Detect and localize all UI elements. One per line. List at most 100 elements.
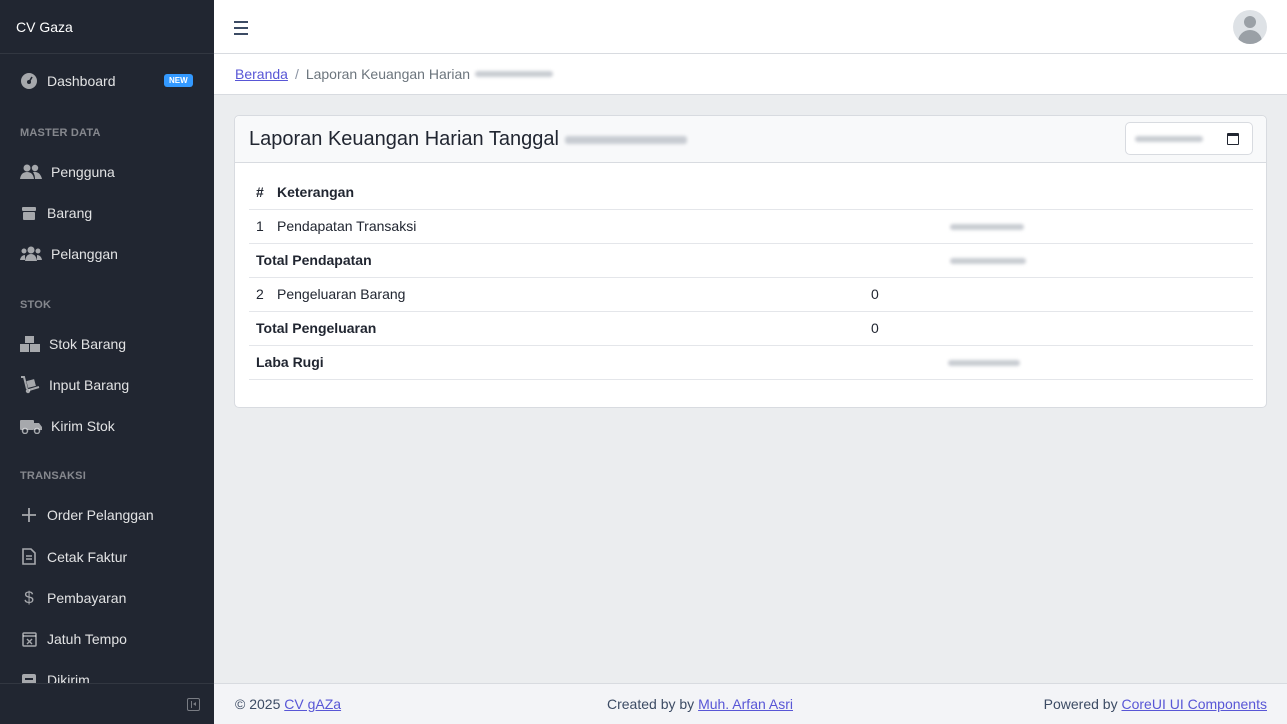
copyright-text: © 2025 — [235, 696, 281, 712]
people-icon — [20, 245, 42, 263]
row-description: Laba Rugi — [249, 345, 864, 380]
sidebar-item-input-barang[interactable]: Input Barang — [0, 364, 214, 405]
plus-icon — [20, 506, 38, 524]
row-value-2 — [941, 345, 1253, 380]
row-description: Pendapatan Transaksi — [270, 209, 864, 244]
dollar-icon: $ — [24, 587, 34, 607]
row-number: 1 — [249, 209, 270, 244]
sidebar-item-label: Kirim Stok — [51, 417, 115, 434]
row-description: Total Pengeluaran — [249, 311, 864, 346]
row-value — [864, 209, 941, 244]
breadcrumb-current: Laporan Keuangan Harian — [305, 66, 471, 82]
sidebar-footer — [0, 683, 214, 724]
section-title-stok: STOK — [20, 299, 52, 311]
table-row: 1 Pendapatan Transaksi — [249, 209, 1253, 244]
sidebar-item-kirim-stok[interactable]: Kirim Stok — [0, 405, 214, 446]
sidebar-item-pelanggan[interactable]: Pelanggan — [0, 233, 214, 274]
company-link[interactable]: CV gAZa — [284, 696, 341, 712]
boxes-icon — [20, 335, 40, 353]
sidebar-item-label: Pelanggan — [51, 245, 118, 262]
row-value — [864, 243, 941, 278]
row-number: 2 — [249, 277, 270, 312]
table-header-row: # Keterangan — [249, 175, 1253, 210]
redacted-amount — [948, 360, 1020, 367]
breadcrumb: Beranda / Laporan Keuangan Harian — [214, 54, 1287, 95]
column-header-keterangan: Keterangan — [270, 175, 864, 210]
footer-credits: Created by by Muh. Arfan Asri — [607, 696, 793, 712]
table-row: Total Pengeluaran 0 — [249, 311, 1253, 346]
hamburger-menu-icon[interactable] — [234, 21, 248, 39]
date-input[interactable] — [1125, 122, 1253, 155]
users-icon — [20, 163, 42, 181]
row-description: Pengeluaran Barang — [270, 277, 864, 312]
card-header: Laporan Keuangan Harian Tanggal — [235, 116, 1266, 163]
row-value: 0 — [864, 277, 941, 312]
sidebar-item-barang[interactable]: Barang — [0, 192, 214, 233]
truck-icon — [20, 417, 42, 435]
sidebar-item-jatuh-tempo[interactable]: Jatuh Tempo — [0, 618, 214, 659]
sidebar-item-label: Barang — [47, 204, 93, 221]
sidebar-brand[interactable]: CV Gaza — [0, 0, 214, 54]
row-description: Total Pendapatan — [249, 243, 864, 278]
redacted-amount — [950, 224, 1024, 231]
sidebar-item-pembayaran[interactable]: $ Pembayaran — [0, 577, 214, 618]
table-row: Laba Rugi — [249, 345, 1253, 380]
sidebar-item-label: Jatuh Tempo — [47, 630, 127, 647]
redacted-date — [475, 71, 554, 77]
footer-powered: Powered by CoreUI UI Components — [1044, 696, 1267, 712]
breadcrumb-separator: / — [294, 66, 299, 82]
row-value-2 — [941, 311, 1253, 346]
sidebar-item-label: Pembayaran — [47, 589, 127, 606]
created-by-text: Created by by — [607, 696, 695, 712]
new-badge: NEW — [164, 74, 193, 87]
sidebar-nav: Dashboard NEW MASTER DATA Pengguna Baran… — [0, 54, 214, 683]
sidebar-item-label: Dikirim — [47, 671, 90, 684]
report-card: Laporan Keuangan Harian Tanggal # Ketera… — [234, 115, 1267, 408]
row-value-2 — [941, 243, 1253, 278]
sidebar-item-pengguna[interactable]: Pengguna — [0, 151, 214, 192]
table-row: 2 Pengeluaran Barang 0 — [249, 277, 1253, 312]
footer-copyright: © 2025 CV gAZa — [235, 696, 341, 712]
column-header-value — [864, 175, 941, 210]
sidebar-item-dikirim[interactable]: Dikirim — [0, 659, 214, 683]
report-table: # Keterangan 1 Pendapatan Transaksi Tota… — [249, 175, 1253, 380]
row-value: 0 — [864, 311, 941, 346]
column-header-value-2 — [941, 175, 1253, 210]
invoice-icon — [20, 548, 38, 566]
row-value-2 — [941, 209, 1253, 244]
row-value-2 — [941, 277, 1253, 312]
coreui-link[interactable]: CoreUI UI Components — [1121, 696, 1267, 712]
calendar-icon[interactable] — [1227, 133, 1239, 145]
redacted-input-date — [1135, 136, 1203, 142]
sidebar-item-dashboard[interactable]: Dashboard NEW — [0, 60, 214, 101]
sidebar-item-stok-barang[interactable]: Stok Barang — [0, 323, 214, 364]
column-header-number: # — [249, 175, 270, 210]
page-title: Laporan Keuangan Harian Tanggal — [249, 127, 559, 150]
header — [214, 0, 1287, 54]
avatar[interactable] — [1233, 10, 1267, 44]
dolly-icon — [20, 375, 40, 394]
table-row: Total Pendapatan — [249, 243, 1253, 278]
sidebar-item-label: Order Pelanggan — [47, 506, 154, 523]
sidebar-item-label: Dashboard — [47, 72, 116, 89]
breadcrumb-home-link[interactable]: Beranda — [235, 66, 288, 82]
section-title-master-data: MASTER DATA — [20, 127, 101, 139]
redacted-amount — [950, 258, 1026, 265]
sidebar-item-cetak-faktur[interactable]: Cetak Faktur — [0, 536, 214, 577]
sidebar-item-label: Cetak Faktur — [47, 548, 128, 565]
section-title-transaksi: TRANSAKSI — [20, 470, 86, 482]
archive-icon — [20, 671, 38, 683]
row-value — [864, 345, 941, 380]
sidebar-item-label: Stok Barang — [49, 335, 127, 352]
sidebar-toggle-icon[interactable] — [187, 698, 200, 711]
author-link[interactable]: Muh. Arfan Asri — [698, 696, 793, 712]
sidebar: CV Gaza Dashboard NEW MASTER DATA Penggu… — [0, 0, 214, 724]
speedometer-icon — [20, 72, 38, 90]
redacted-title-date — [564, 136, 687, 144]
footer: © 2025 CV gAZa Created by by Muh. Arfan … — [214, 683, 1287, 724]
sidebar-item-order-pelanggan[interactable]: Order Pelanggan — [0, 494, 214, 535]
sidebar-item-label: Input Barang — [49, 376, 130, 393]
box-icon — [20, 204, 38, 222]
sidebar-item-label: Pengguna — [51, 163, 115, 180]
calendar-x-icon — [20, 630, 38, 648]
